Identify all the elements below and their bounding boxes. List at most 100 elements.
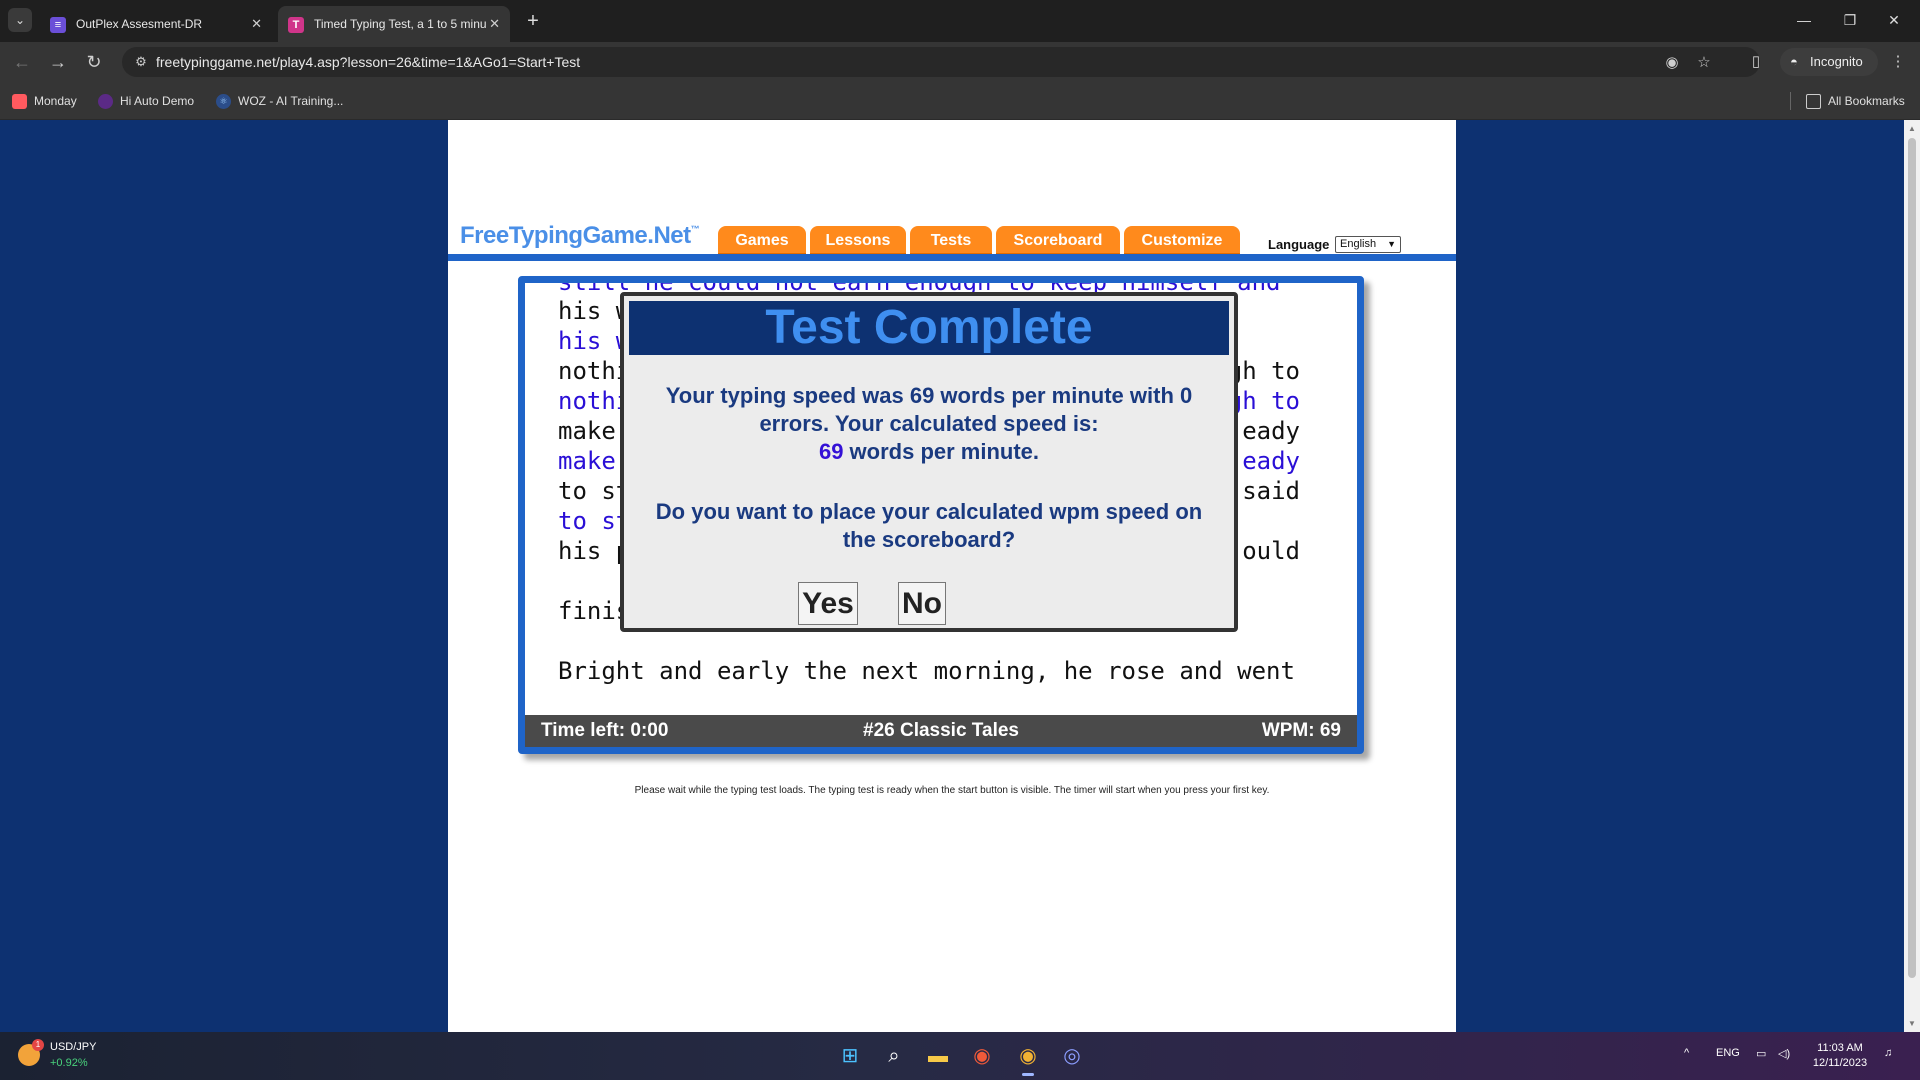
close-tab-icon[interactable]: ✕ (251, 6, 262, 42)
wpm-readout: WPM: 69 (1261, 720, 1341, 741)
nav-games[interactable]: Games (718, 226, 806, 255)
scroll-thumb[interactable] (1908, 138, 1916, 978)
browser-tab-bar: ⌄ ≡ OutPlex Assesment-DR ✕ T Timed Typin… (0, 0, 1920, 42)
bookmarks-divider (1790, 92, 1791, 110)
browser-toolbar: ← → ↻ ⚙ freetypinggame.net/play4.asp?les… (0, 42, 1920, 82)
nav-lessons[interactable]: Lessons (810, 226, 906, 255)
chrome-icon[interactable]: ◉ (968, 1042, 996, 1070)
scroll-up-icon[interactable]: ▲ (1908, 124, 1916, 133)
bookmark-star-icon[interactable]: ☆ (1694, 53, 1714, 73)
all-bookmarks[interactable]: All Bookmarks (1806, 91, 1905, 111)
forward-icon[interactable]: → (44, 48, 72, 76)
tab-title: Timed Typing Test, a 1 to 5 minu (314, 17, 487, 31)
file-explorer-icon[interactable]: ▬ (924, 1042, 952, 1070)
system-clock[interactable]: 11:03 AM 12/11/2023 (1808, 1041, 1872, 1071)
side-panel-icon[interactable]: ▯ (1746, 52, 1766, 72)
menu-kebab-icon[interactable]: ⋮ (1888, 52, 1908, 72)
calculated-speed: 69 (818, 439, 844, 464)
typed-line: make (558, 447, 616, 475)
reload-icon[interactable]: ↻ (80, 48, 108, 76)
incognito-label: Incognito (1810, 54, 1863, 69)
nav-tests[interactable]: Tests (910, 226, 992, 255)
ticker-change: +0.92% (50, 1057, 88, 1069)
site-logo[interactable]: FreeTypingGame.Net™ (460, 222, 700, 250)
bookmark-woz[interactable]: ⚛ WOZ - AI Training... (216, 91, 343, 111)
scoreboard-question: Do you want to place your calculated wpm… (628, 498, 1230, 554)
close-window-button[interactable]: ✕ (1878, 6, 1910, 34)
reference-line-end: said (1242, 477, 1300, 505)
typing-status-bar: Time left: 0:00 #26 Classic Tales WPM: 6… (525, 715, 1357, 747)
tab-title: OutPlex Assesment-DR (76, 17, 203, 31)
bookmark-hi-auto-demo[interactable]: Hi Auto Demo (98, 91, 194, 111)
language-label: Language (1268, 237, 1330, 252)
new-tab-button[interactable]: + (520, 8, 546, 34)
incognito-badge[interactable]: ◓ Incognito (1780, 48, 1878, 76)
reference-line-end: gh to (1227, 357, 1300, 385)
nav-scoreboard[interactable]: Scoreboard (996, 226, 1120, 255)
volume-icon[interactable]: ◁) (1778, 1047, 1790, 1060)
result-line-3: 69 words per minute. (628, 438, 1230, 466)
notifications-icon[interactable]: ♫ (1884, 1047, 1892, 1059)
result-line-1: Your typing speed was 69 words per minut… (665, 383, 1193, 408)
nav-customize[interactable]: Customize (1124, 226, 1240, 255)
logo-text: FreeTypingGame.Net (460, 222, 691, 249)
header-divider (448, 254, 1456, 261)
scroll-down-icon[interactable]: ▼ (1908, 1019, 1916, 1028)
tab-outplex[interactable]: ≡ OutPlex Assesment-DR ✕ (40, 6, 272, 42)
typing-favicon-icon: T (288, 17, 304, 33)
close-tab-icon[interactable]: ✕ (489, 6, 500, 42)
test-complete-dialog: Test Complete Your typing speed was 69 w… (620, 292, 1238, 632)
calculated-speed-suffix: words per minute. (843, 439, 1040, 464)
address-bar[interactable]: ⚙ freetypinggame.net/play4.asp?lesson=26… (122, 47, 1760, 77)
monday-icon (12, 94, 27, 109)
bookmark-label: Hi Auto Demo (120, 94, 195, 108)
folder-icon (1806, 94, 1821, 109)
all-bookmarks-label: All Bookmarks (1828, 94, 1905, 108)
search-icon[interactable]: ⌕ (880, 1042, 908, 1070)
chevron-down-icon: ▼ (1387, 239, 1396, 249)
hi-auto-icon (98, 94, 113, 109)
tab-search-button[interactable]: ⌄ (8, 8, 32, 32)
language-value: English (1340, 238, 1377, 250)
yes-button[interactable]: Yes (798, 582, 858, 625)
notification-badge: 1 (32, 1039, 44, 1051)
input-language[interactable]: ENG (1716, 1047, 1740, 1059)
question-line-1: Do you want to place your calculated wpm… (655, 499, 1203, 524)
clock-time: 11:03 AM (1817, 1042, 1863, 1054)
minimize-button[interactable]: — (1788, 6, 1820, 34)
tab-typing-test[interactable]: T Timed Typing Test, a 1 to 5 minu ✕ (278, 6, 510, 42)
loading-note: Please wait while the typing test loads.… (634, 785, 1270, 796)
ticker-name[interactable]: USD/JPY (50, 1041, 96, 1053)
result-line-2: errors. Your calculated speed is: (759, 411, 1099, 436)
windows-start-icon[interactable]: ⊞ (836, 1042, 864, 1070)
clock-date: 12/11/2023 (1812, 1057, 1868, 1069)
no-button[interactable]: No (898, 582, 946, 625)
bookmark-label: Monday (34, 94, 77, 108)
typed-line-end: eady (1242, 447, 1300, 475)
chrome-incognito-icon[interactable]: ◉ (1014, 1042, 1042, 1076)
site-info-icon[interactable]: ⚙ (132, 53, 150, 71)
result-message: Your typing speed was 69 words per minut… (628, 382, 1230, 466)
tray-overflow-icon[interactable]: ^ (1684, 1047, 1689, 1059)
react-icon: ⚛ (216, 94, 231, 109)
discord-icon[interactable]: ◎ (1058, 1042, 1086, 1070)
eye-off-icon[interactable]: ◉ (1662, 53, 1682, 73)
typed-line-end: gh to (1227, 387, 1300, 415)
forms-favicon-icon: ≡ (50, 17, 66, 33)
restore-button[interactable]: ❐ (1834, 6, 1866, 34)
bookmark-monday[interactable]: Monday (12, 91, 77, 111)
network-icon[interactable]: ▭ (1756, 1047, 1766, 1060)
incognito-icon: ◓ (1790, 54, 1798, 69)
back-icon[interactable]: ← (8, 48, 36, 76)
bookmarks-bar: Monday Hi Auto Demo ⚛ WOZ - AI Training.… (0, 82, 1920, 120)
page-scrollbar[interactable]: ▲ ▼ (1904, 120, 1920, 1032)
dialog-title: Test Complete (629, 301, 1229, 355)
logo-trademark: ™ (690, 224, 700, 234)
reference-line-end: ould (1242, 537, 1300, 565)
url-text: freetypinggame.net/play4.asp?lesson=26&t… (156, 54, 581, 70)
language-select[interactable]: English ▼ (1335, 236, 1401, 253)
question-line-2: the scoreboard? (842, 527, 1016, 552)
page-content: FreeTypingGame.Net™ Games Lessons Tests … (448, 120, 1456, 1032)
reference-line-next: Bright and early the next morning, he ro… (558, 657, 1295, 685)
windows-taskbar: 1 USD/JPY +0.92% ⊞ ⌕ ▬ ◉ ◉ ◎ ^ ENG ▭ ◁) … (0, 1032, 1920, 1080)
